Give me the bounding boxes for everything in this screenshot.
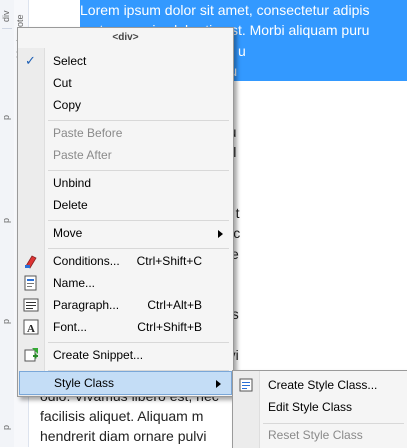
menu-item-paste-before[interactable]: Paste Before bbox=[18, 122, 233, 144]
menu-item-label: Name... bbox=[53, 276, 96, 290]
menu-item-label: Select bbox=[53, 54, 87, 68]
svg-text:A: A bbox=[27, 323, 35, 335]
menu-item-label: Delete bbox=[53, 198, 88, 212]
menu-item-label: Cut bbox=[53, 76, 72, 90]
context-menu: <div> ✓ Select Cut Copy Paste Before Pas… bbox=[17, 27, 234, 397]
submenu-arrow-icon bbox=[216, 380, 221, 388]
menu-item-conditions[interactable]: Conditions... Ctrl+Shift+C bbox=[18, 250, 233, 272]
menu-item-edit-style-class[interactable]: Edit Style Class bbox=[233, 396, 407, 418]
menu-item-shortcut: Ctrl+Shift+C bbox=[136, 254, 202, 268]
doc-line[interactable]: Lorem ipsum dolor sit amet, consectetur … bbox=[80, 0, 407, 21]
menu-item-paragraph[interactable]: Paragraph... Ctrl+Alt+B bbox=[18, 294, 233, 316]
style-class-submenu: Create Style Class... Edit Style Class R… bbox=[232, 370, 407, 448]
menu-item-create-style-class[interactable]: Create Style Class... bbox=[233, 374, 407, 396]
menu-item-name[interactable]: Name... bbox=[18, 272, 233, 294]
menu-item-label: Paragraph... bbox=[53, 298, 120, 312]
menu-separator bbox=[48, 220, 229, 221]
conditions-icon bbox=[23, 253, 39, 269]
menu-item-label: Conditions... bbox=[53, 254, 120, 268]
menu-item-shortcut: Ctrl+Shift+B bbox=[137, 320, 202, 334]
menu-item-shortcut: Ctrl+Alt+B bbox=[147, 298, 202, 312]
menu-item-move[interactable]: Move bbox=[18, 222, 233, 244]
menu-item-label: Create Snippet... bbox=[53, 348, 144, 362]
check-icon: ✓ bbox=[25, 53, 36, 68]
menu-item-label: Paste After bbox=[53, 148, 112, 162]
menu-item-cut[interactable]: Cut bbox=[18, 72, 233, 94]
menu-item-delete[interactable]: Delete bbox=[18, 194, 233, 216]
paragraph-icon bbox=[23, 297, 39, 313]
menu-title: <div> bbox=[112, 32, 139, 43]
font-icon: A bbox=[23, 319, 39, 335]
menu-item-label: Copy bbox=[53, 98, 82, 112]
name-icon bbox=[23, 275, 39, 291]
menu-item-label: Unbind bbox=[53, 176, 92, 190]
menu-separator bbox=[48, 170, 229, 171]
menu-separator bbox=[48, 342, 229, 343]
structure-gutter[interactable]: div p p p p bbox=[0, 0, 15, 447]
gutter-label-p[interactable]: p bbox=[1, 319, 11, 324]
menu-item-style-class[interactable]: Style Class bbox=[19, 371, 232, 395]
menu-item-label: Move bbox=[53, 226, 83, 240]
menu-separator bbox=[48, 248, 229, 249]
menu-item-label: Reset Style Class bbox=[268, 428, 363, 442]
gutter-label-p[interactable]: p bbox=[1, 115, 11, 120]
menu-separator bbox=[48, 120, 229, 121]
menu-item-unbind[interactable]: Unbind bbox=[18, 172, 233, 194]
menu-item-font[interactable]: A Font... Ctrl+Shift+B bbox=[18, 316, 233, 338]
gutter-label-p[interactable]: p bbox=[1, 218, 11, 223]
gutter-divider bbox=[2, 28, 12, 29]
gutter-label-div[interactable]: div bbox=[1, 10, 11, 22]
menu-item-reset-style-class[interactable]: Reset Style Class bbox=[233, 424, 407, 446]
menu-item-label: Create Style Class... bbox=[268, 378, 378, 392]
menu-item-label: Style Class bbox=[54, 376, 115, 390]
menu-item-paste-after[interactable]: Paste After bbox=[18, 144, 233, 166]
menu-item-select[interactable]: ✓ Select bbox=[18, 50, 233, 72]
submenu-arrow-icon bbox=[218, 230, 223, 238]
menu-item-create-snippet[interactable]: Create Snippet... bbox=[18, 344, 233, 366]
gutter-label-p[interactable]: p bbox=[1, 425, 11, 430]
snippet-icon bbox=[23, 347, 39, 363]
style-class-icon bbox=[238, 377, 254, 393]
menu-item-copy[interactable]: Copy bbox=[18, 94, 233, 116]
menu-item-label: Paste Before bbox=[53, 126, 123, 140]
menu-item-label: Font... bbox=[53, 320, 88, 334]
menu-item-label: Edit Style Class bbox=[268, 400, 353, 414]
